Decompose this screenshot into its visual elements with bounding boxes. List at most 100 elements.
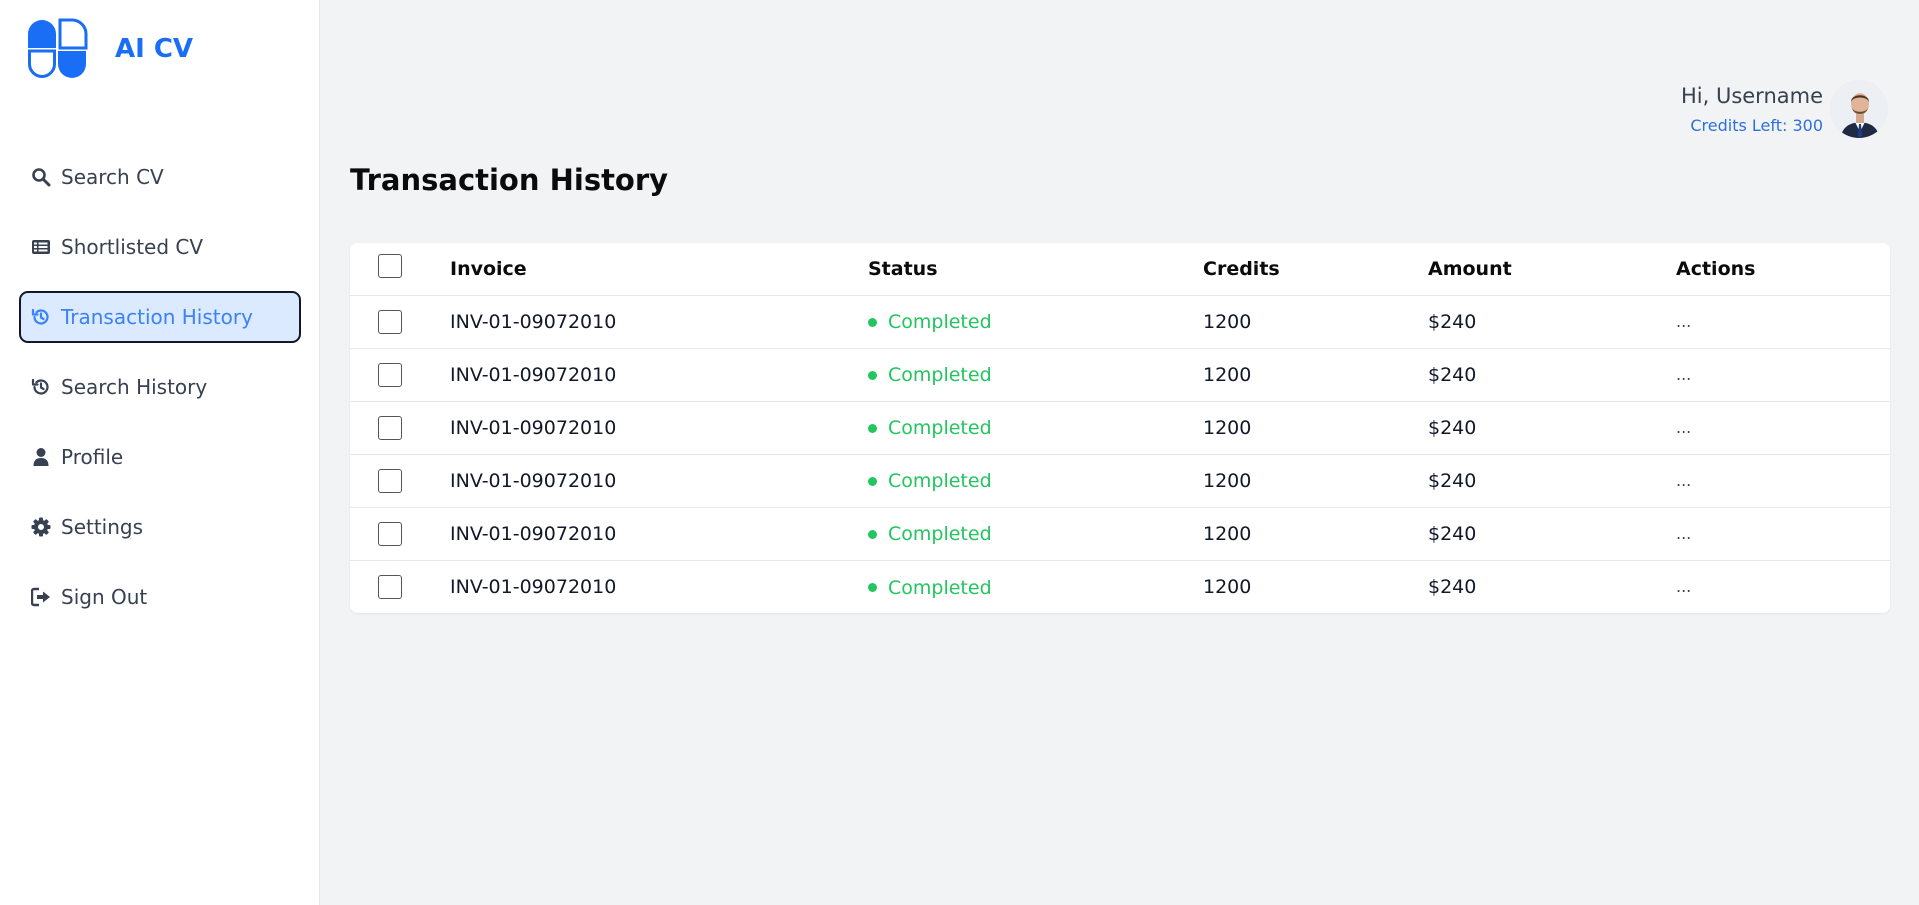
row-actions-button[interactable]: ... bbox=[1676, 348, 1890, 401]
table-row: INV-01-09072010 Completed 1200 $240 ... bbox=[350, 295, 1890, 348]
invoice-cell: INV-01-09072010 bbox=[450, 469, 617, 492]
avatar[interactable] bbox=[1829, 79, 1889, 139]
status-badge: Completed bbox=[868, 470, 992, 492]
status-cell: Completed bbox=[868, 560, 1203, 613]
status-dot-icon bbox=[868, 529, 877, 539]
status-cell: Completed bbox=[868, 401, 1203, 454]
credits-left: Credits Left: 300 bbox=[1690, 115, 1823, 135]
row-actions-button[interactable]: ... bbox=[1676, 401, 1890, 454]
user-icon bbox=[31, 447, 51, 467]
sidebar-item-label: Search CV bbox=[61, 165, 164, 189]
amount-cell: $240 bbox=[1428, 469, 1477, 492]
credits-cell: 1200 bbox=[1203, 575, 1252, 598]
status-badge: Completed bbox=[868, 311, 992, 333]
select-all-cell bbox=[350, 243, 450, 295]
gear-icon bbox=[31, 517, 51, 537]
row-checkbox[interactable] bbox=[378, 362, 402, 387]
invoice-cell: INV-01-09072010 bbox=[450, 363, 617, 386]
sidebar-item-label: Sign Out bbox=[61, 585, 148, 609]
row-select-cell bbox=[350, 401, 450, 454]
sidebar-item-transaction-history[interactable]: Transaction History bbox=[19, 291, 301, 343]
history-icon bbox=[31, 377, 51, 397]
status-text: Completed bbox=[888, 470, 992, 493]
status-badge: Completed bbox=[868, 417, 992, 439]
table-row: INV-01-09072010 Completed 1200 $240 ... bbox=[350, 507, 1890, 560]
status-text: Completed bbox=[888, 417, 992, 440]
sidebar-item-label: Shortlisted CV bbox=[61, 235, 204, 259]
column-header-invoice[interactable]: Invoice bbox=[450, 243, 868, 295]
status-text: Completed bbox=[888, 576, 992, 599]
row-actions-button[interactable]: ... bbox=[1676, 295, 1890, 348]
status-text: Completed bbox=[888, 523, 992, 546]
status-text: Completed bbox=[888, 311, 992, 334]
amount-cell: $240 bbox=[1428, 310, 1477, 333]
logo-icon bbox=[28, 18, 88, 78]
column-header-credits[interactable]: Credits bbox=[1203, 243, 1428, 295]
page-title: Transaction History bbox=[350, 163, 669, 197]
sidebar-item-settings[interactable]: Settings bbox=[19, 501, 301, 553]
credits-cell: 1200 bbox=[1203, 310, 1252, 333]
credits-cell: 1200 bbox=[1203, 522, 1252, 545]
status-badge: Completed bbox=[868, 577, 992, 599]
brand[interactable]: AI CV bbox=[26, 18, 193, 80]
sidebar-item-sign-out[interactable]: Sign Out bbox=[19, 571, 301, 623]
status-cell: Completed bbox=[868, 295, 1203, 348]
row-checkbox[interactable] bbox=[378, 415, 402, 440]
row-checkbox[interactable] bbox=[378, 468, 402, 493]
sidebar-item-label: Profile bbox=[61, 445, 124, 469]
status-badge: Completed bbox=[868, 364, 992, 386]
row-select-cell bbox=[350, 507, 450, 560]
column-header-amount[interactable]: Amount bbox=[1428, 243, 1676, 295]
row-checkbox[interactable] bbox=[378, 309, 402, 334]
user-info: Hi, Username Credits Left: 300 bbox=[1681, 84, 1823, 135]
row-actions-button[interactable]: ... bbox=[1676, 507, 1890, 560]
row-checkbox[interactable] bbox=[378, 574, 402, 599]
sidebar-item-label: Transaction History bbox=[61, 305, 253, 329]
row-select-cell bbox=[350, 454, 450, 507]
history-icon bbox=[31, 307, 51, 327]
invoice-cell: INV-01-09072010 bbox=[450, 575, 617, 598]
status-dot-icon bbox=[868, 370, 877, 380]
status-dot-icon bbox=[868, 583, 877, 592]
credits-cell: 1200 bbox=[1203, 416, 1252, 439]
sidebar-item-label: Search History bbox=[61, 375, 208, 399]
table-row: INV-01-09072010 Completed 1200 $240 ... bbox=[350, 348, 1890, 401]
amount-cell: $240 bbox=[1428, 575, 1477, 598]
sidebar-item-search-history[interactable]: Search History bbox=[19, 361, 301, 413]
status-badge: Completed bbox=[868, 523, 992, 545]
row-checkbox[interactable] bbox=[378, 521, 402, 546]
sidebar-item-label: Settings bbox=[61, 515, 144, 539]
table-row: INV-01-09072010 Completed 1200 $240 ... bbox=[350, 560, 1890, 613]
status-cell: Completed bbox=[868, 454, 1203, 507]
row-select-cell bbox=[350, 295, 450, 348]
sidebar-item-search-cv[interactable]: Search CV bbox=[19, 151, 301, 203]
row-select-cell bbox=[350, 560, 450, 613]
status-dot-icon bbox=[868, 476, 877, 486]
status-dot-icon bbox=[868, 317, 877, 327]
row-select-cell bbox=[350, 348, 450, 401]
transaction-table-card: Invoice Status Credits Amount Actions IN… bbox=[350, 243, 1890, 613]
sign-out-icon bbox=[31, 587, 51, 607]
user-panel: Hi, Username Credits Left: 300 bbox=[1681, 79, 1889, 139]
invoice-cell: INV-01-09072010 bbox=[450, 310, 617, 333]
credits-cell: 1200 bbox=[1203, 363, 1252, 386]
sidebar-item-shortlisted-cv[interactable]: Shortlisted CV bbox=[19, 221, 301, 273]
row-actions-button[interactable]: ... bbox=[1676, 454, 1890, 507]
search-icon bbox=[31, 167, 51, 187]
invoice-cell: INV-01-09072010 bbox=[450, 416, 617, 439]
amount-cell: $240 bbox=[1428, 522, 1477, 545]
column-header-status[interactable]: Status bbox=[868, 243, 1203, 295]
transaction-table: Invoice Status Credits Amount Actions IN… bbox=[350, 243, 1890, 613]
list-icon bbox=[31, 237, 51, 257]
sidebar-item-profile[interactable]: Profile bbox=[19, 431, 301, 483]
status-text: Completed bbox=[888, 364, 992, 387]
status-cell: Completed bbox=[868, 348, 1203, 401]
invoice-cell: INV-01-09072010 bbox=[450, 522, 617, 545]
amount-cell: $240 bbox=[1428, 416, 1477, 439]
sidebar-nav: Search CV Shortlisted CV Transaction His… bbox=[19, 151, 301, 641]
select-all-checkbox[interactable] bbox=[378, 254, 402, 279]
row-actions-button[interactable]: ... bbox=[1676, 560, 1890, 613]
table-row: INV-01-09072010 Completed 1200 $240 ... bbox=[350, 401, 1890, 454]
column-header-actions: Actions bbox=[1676, 257, 1756, 280]
table-row: INV-01-09072010 Completed 1200 $240 ... bbox=[350, 454, 1890, 507]
